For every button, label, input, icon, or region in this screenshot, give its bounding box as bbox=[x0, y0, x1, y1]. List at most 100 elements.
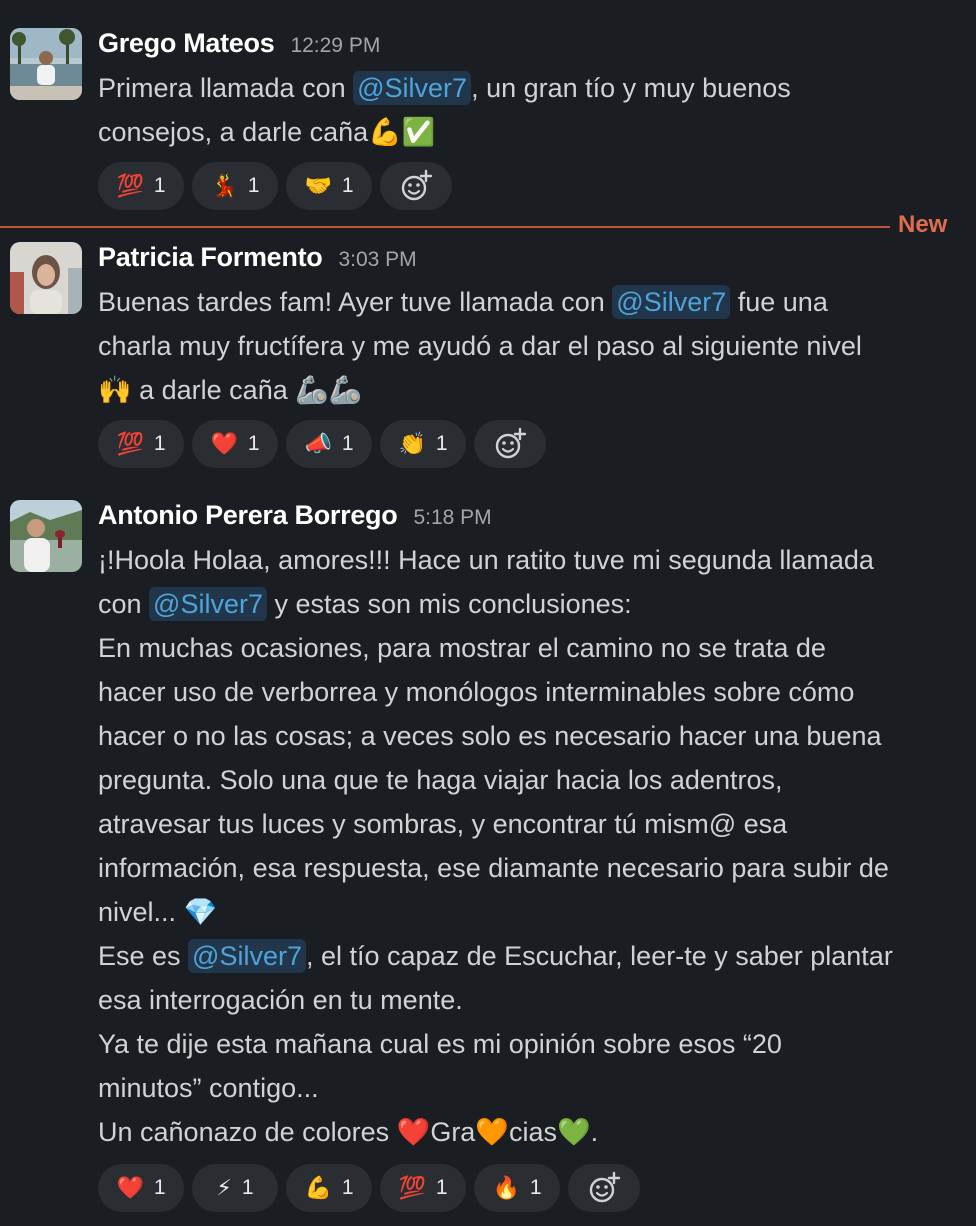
message-text: , un gran tío y muy buenos bbox=[471, 73, 791, 103]
inline-emoji-icon: 🧡 bbox=[475, 1117, 509, 1148]
inline-emoji-icon: 💚 bbox=[556, 1117, 591, 1148]
message-text: minutos” contigo... bbox=[98, 1073, 319, 1103]
user-mention-link[interactable]: @Silver7 bbox=[353, 71, 472, 105]
add-reaction-button[interactable] bbox=[568, 1164, 640, 1212]
reaction-pill[interactable]: ❤️ 1 bbox=[98, 1164, 184, 1212]
fire-icon: 🔥 bbox=[492, 1175, 520, 1201]
add-reaction-button[interactable] bbox=[474, 420, 546, 468]
timestamp[interactable]: 5:18 PM bbox=[413, 506, 491, 530]
message-text: pregunta. Solo una que te haga viajar ha… bbox=[98, 765, 783, 795]
message-line: En muchas ocasiones, para mostrar el cam… bbox=[98, 626, 958, 670]
message-line: Ya te dije esta mañana cual es mi opinió… bbox=[98, 1022, 958, 1066]
message-text: En muchas ocasiones, para mostrar el cam… bbox=[98, 633, 826, 663]
add-reaction-icon bbox=[401, 169, 433, 201]
reaction-count: 1 bbox=[241, 1176, 254, 1199]
message-line: Ese es @Silver7, el tío capaz de Escucha… bbox=[98, 934, 958, 978]
heart-icon: ❤️ bbox=[116, 1175, 144, 1201]
reaction-count: 1 bbox=[341, 1176, 354, 1199]
message-list: Grego Mateos 12:29 PM Primera llamada co… bbox=[0, 0, 976, 1226]
message-line: minutos” contigo... bbox=[98, 1066, 958, 1110]
hundred-points-icon: 💯 bbox=[398, 1175, 426, 1201]
author-name[interactable]: Patricia Formento bbox=[98, 242, 323, 273]
message-text: Primera llamada con bbox=[98, 73, 354, 103]
message-text: información, esa respuesta, ese diamante… bbox=[98, 853, 889, 883]
reaction-count: 1 bbox=[247, 432, 260, 455]
avatar[interactable] bbox=[10, 242, 82, 314]
author-name[interactable]: Antonio Perera Borrego bbox=[98, 500, 398, 531]
message-line: pregunta. Solo una que te haga viajar ha… bbox=[98, 758, 958, 802]
message-line: consejos, a darle caña💪✅ bbox=[98, 110, 958, 154]
message-line: ¡!Hoola Holaa, amores!!! Hace un ratito … bbox=[98, 538, 958, 582]
user-mention-link[interactable]: @Silver7 bbox=[612, 285, 731, 319]
reaction-pill[interactable]: 💯 1 bbox=[380, 1164, 466, 1212]
timestamp[interactable]: 12:29 PM bbox=[290, 34, 380, 58]
message-text: charla muy fructífera y me ayudó a dar e… bbox=[98, 331, 862, 361]
message-line: Un cañonazo de colores ❤️Gra🧡cias💚. bbox=[98, 1110, 958, 1154]
timestamp[interactable]: 3:03 PM bbox=[338, 248, 416, 272]
message-line: con @Silver7 y estas son mis conclusione… bbox=[98, 582, 958, 626]
reaction-pill[interactable]: 💪 1 bbox=[286, 1164, 372, 1212]
user-mention-link[interactable]: @Silver7 bbox=[188, 939, 306, 973]
message-text: hacer o no las cosas; a veces solo es ne… bbox=[98, 721, 882, 751]
message-line: hacer o no las cosas; a veces solo es ne… bbox=[98, 714, 958, 758]
message-text: esa interrogación en tu mente. bbox=[98, 985, 463, 1015]
message-line: Primera llamada con @Silver7, un gran tí… bbox=[98, 66, 958, 110]
message-text: Ya te dije esta mañana cual es mi opinió… bbox=[98, 1029, 782, 1059]
avatar[interactable] bbox=[10, 500, 82, 572]
message-text: ¡!Hoola Holaa, amores!!! Hace un ratito … bbox=[98, 545, 874, 575]
inline-emoji-icon: 🦾 bbox=[328, 375, 363, 406]
message-line: nivel... 💎 bbox=[98, 890, 958, 934]
message-text: y estas son mis conclusiones: bbox=[267, 589, 632, 619]
message-text: consejos, a darle caña bbox=[98, 117, 369, 147]
message-line: 🙌 a darle caña 🦾🦾 bbox=[98, 368, 958, 412]
inline-emoji-icon: ✅ bbox=[401, 117, 436, 148]
inline-emoji-icon: 🙌 bbox=[98, 375, 132, 406]
reaction-pill[interactable]: 💯 1 bbox=[98, 420, 184, 468]
inline-emoji-icon: ❤️ bbox=[396, 1117, 431, 1148]
flexed-biceps-icon: 💪 bbox=[304, 1175, 332, 1201]
message-header: Grego Mateos 12:29 PM bbox=[98, 28, 380, 64]
reaction-count: 1 bbox=[529, 1176, 542, 1199]
message-line: Buenas tardes fam! Ayer tuve llamada con… bbox=[98, 280, 958, 324]
inline-emoji-icon: 🦾 bbox=[295, 375, 329, 406]
user-mention-link[interactable]: @Silver7 bbox=[149, 587, 267, 621]
reaction-count: 1 bbox=[341, 432, 354, 455]
reaction-pill[interactable]: 👏 1 bbox=[380, 420, 466, 468]
reaction-pill[interactable]: 💃 1 bbox=[192, 162, 278, 210]
handshake-icon: 🤝 bbox=[304, 173, 332, 199]
hundred-points-icon: 💯 bbox=[116, 173, 144, 199]
add-reaction-button[interactable] bbox=[380, 162, 452, 210]
reaction-pill[interactable]: 💯 1 bbox=[98, 162, 184, 210]
hundred-points-icon: 💯 bbox=[116, 431, 144, 457]
message-text: Ese es bbox=[98, 941, 189, 971]
message-line: hacer uso de verborrea y monólogos inter… bbox=[98, 670, 958, 714]
reaction-count: 1 bbox=[153, 1176, 166, 1199]
message-text: Un cañonazo de colores bbox=[98, 1117, 397, 1147]
message-body: Primera llamada con @Silver7, un gran tí… bbox=[98, 66, 958, 154]
reaction-pill[interactable]: 📣 1 bbox=[286, 420, 372, 468]
reaction-pill[interactable]: ⚡ 1 bbox=[192, 1164, 278, 1212]
reaction-count: 1 bbox=[153, 174, 166, 197]
reaction-pill[interactable]: ❤️ 1 bbox=[192, 420, 278, 468]
message-text: nivel... bbox=[98, 897, 184, 927]
message-line: atravesar tus luces y sombras, y encontr… bbox=[98, 802, 958, 846]
new-messages-divider bbox=[0, 226, 890, 228]
reaction-pill[interactable]: 🔥 1 bbox=[474, 1164, 560, 1212]
megaphone-icon: 📣 bbox=[304, 431, 332, 457]
message-body: Buenas tardes fam! Ayer tuve llamada con… bbox=[98, 280, 958, 412]
add-reaction-icon bbox=[589, 1171, 621, 1203]
avatar-photo bbox=[10, 28, 82, 100]
message-header: Antonio Perera Borrego 5:18 PM bbox=[98, 500, 492, 536]
message-text: Gra bbox=[430, 1117, 476, 1147]
message-text: a darle caña bbox=[131, 375, 296, 405]
reaction-count: 1 bbox=[435, 1176, 448, 1199]
author-name[interactable]: Grego Mateos bbox=[98, 28, 275, 59]
message-text: Buenas tardes fam! Ayer tuve llamada con bbox=[98, 287, 613, 317]
reaction-pill[interactable]: 🤝 1 bbox=[286, 162, 372, 210]
message-text: con bbox=[98, 589, 150, 619]
avatar[interactable] bbox=[10, 28, 82, 100]
message-line: charla muy fructífera y me ayudó a dar e… bbox=[98, 324, 958, 368]
reaction-count: 1 bbox=[153, 432, 166, 455]
add-reaction-icon bbox=[495, 427, 527, 459]
lightning-icon: ⚡ bbox=[216, 1175, 232, 1201]
